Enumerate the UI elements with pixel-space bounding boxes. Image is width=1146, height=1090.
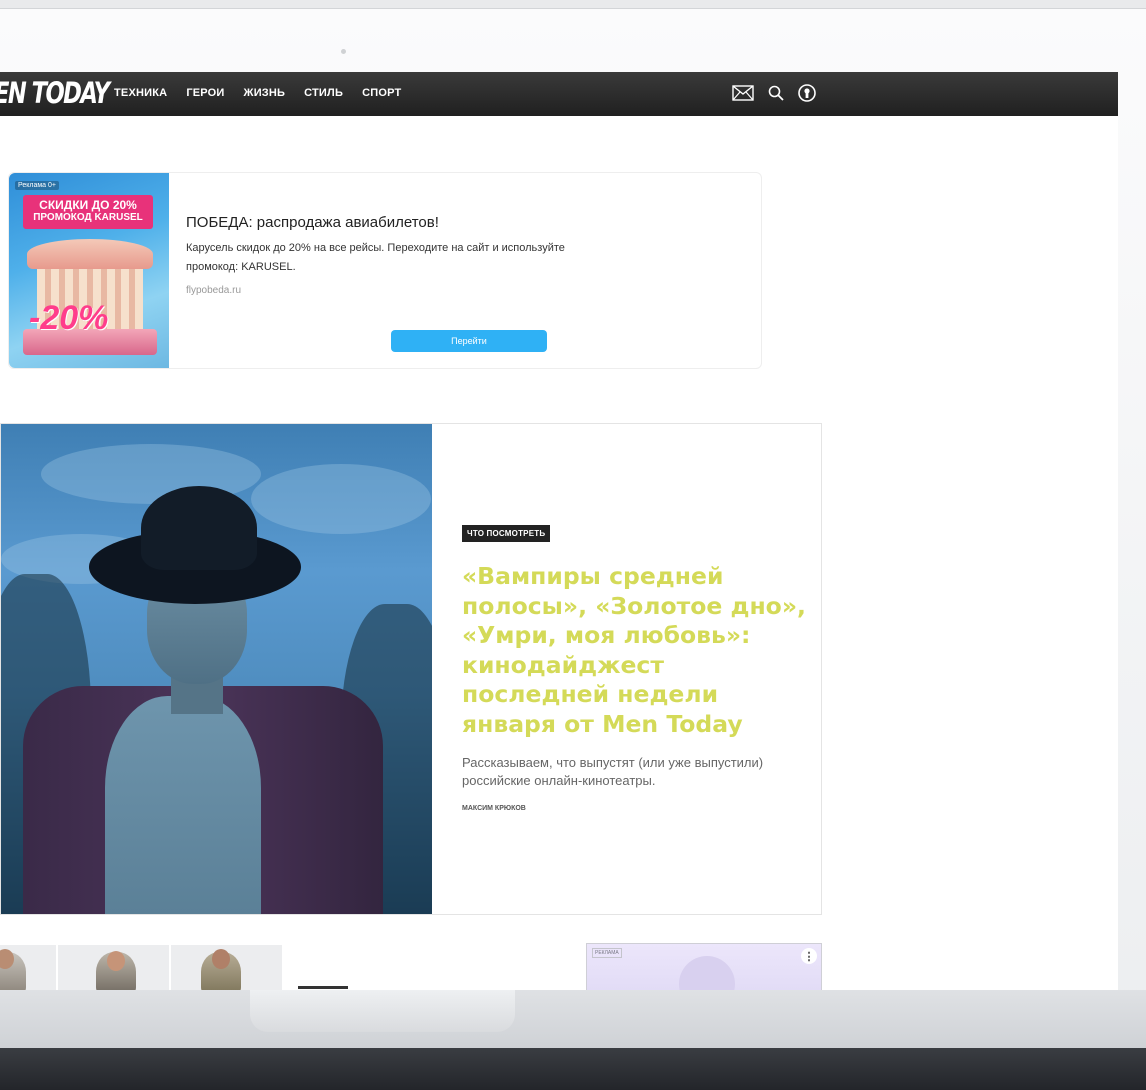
camera-icon [341,49,346,54]
featured-article-image[interactable] [1,424,432,914]
menu-item-life[interactable]: ЖИЗНЬ [244,87,286,99]
thumbnail[interactable] [57,945,171,990]
menu-item-tech[interactable]: ТЕХНИКА [114,87,167,99]
search-icon[interactable] [768,85,784,101]
ad-card[interactable]: -20% СКИДКИ ДО 20% ПРОМОКОД KARUSEL Рекл… [8,172,762,369]
sidebar-ad-image [679,956,735,990]
ad-banner-line1: СКИДКИ ДО 20% [39,198,137,212]
more-options-icon[interactable]: ⋮ [801,948,817,964]
ad-banner-line2: ПРОМОКОД KARUSEL [33,212,143,223]
sidebar-ad[interactable]: РЕКЛАМА ⋮ [586,943,822,990]
featured-article[interactable]: ЧТО ПОСМОТРЕТЬ «Вампиры средней полосы»,… [0,423,822,915]
article-author[interactable]: МАКСИМ КРЮКОВ [462,805,526,812]
ad-banner-percent: -20% [29,299,109,337]
thumbnail[interactable] [0,945,58,990]
laptop-hinge-notch [250,990,515,1032]
header-icons [732,84,816,102]
user-icon[interactable] [798,84,816,102]
menu-item-style[interactable]: СТИЛЬ [304,87,343,99]
laptop-keyboard-edge [0,1048,1146,1090]
ad-description: Карусель скидок до 20% на все рейсы. Пер… [186,242,565,273]
thumbnail-head [211,949,230,969]
menu-item-heroes[interactable]: ГЕРОИ [186,87,224,99]
category-badge[interactable]: ЧТО ПОСМОТРЕТЬ [462,525,551,542]
ad-title[interactable]: ПОБЕДА: распродажа авиабилетов! [186,214,439,231]
person-tshirt [105,696,261,914]
mail-icon[interactable] [732,85,754,101]
hat-crown [141,486,257,570]
thumbnail-head [106,951,125,971]
section-divider [298,986,348,989]
featured-article-text: ЧТО ПОСМОТРЕТЬ «Вампиры средней полосы»,… [432,424,821,914]
menu-item-sport[interactable]: СПОРТ [362,87,401,99]
thumbnail-strip [0,945,284,990]
article-headline[interactable]: «Вампиры средней полосы», «Золотое дно»,… [462,562,812,739]
thumbnail[interactable] [170,945,284,990]
site-header: EN TODAY ТЕХНИКА ГЕРОИ ЖИЗНЬ СТИЛЬ СПОРТ [0,72,1118,116]
sidebar-ad-label: РЕКЛАМА [592,948,622,958]
cloud-shape [251,464,431,534]
laptop-base [0,990,1146,1048]
ad-banner-image[interactable]: -20% СКИДКИ ДО 20% ПРОМОКОД KARUSEL Рекл… [9,173,169,368]
main-menu: ТЕХНИКА ГЕРОИ ЖИЗНЬ СТИЛЬ СПОРТ [114,87,401,99]
ad-domain[interactable]: flypobeda.ru [186,285,241,296]
ad-go-button[interactable]: Перейти [391,330,547,352]
article-lead: Рассказываем, что выпустят (или уже выпу… [462,755,764,788]
browser-viewport: EN TODAY ТЕХНИКА ГЕРОИ ЖИЗНЬ СТИЛЬ СПОРТ [0,72,1118,990]
ad-label: Реклама 0+ [15,181,60,190]
ad-banner-promo: СКИДКИ ДО 20% ПРОМОКОД KARUSEL [23,195,153,229]
carousel-roof [27,239,153,269]
site-logo[interactable]: EN TODAY [0,76,110,110]
